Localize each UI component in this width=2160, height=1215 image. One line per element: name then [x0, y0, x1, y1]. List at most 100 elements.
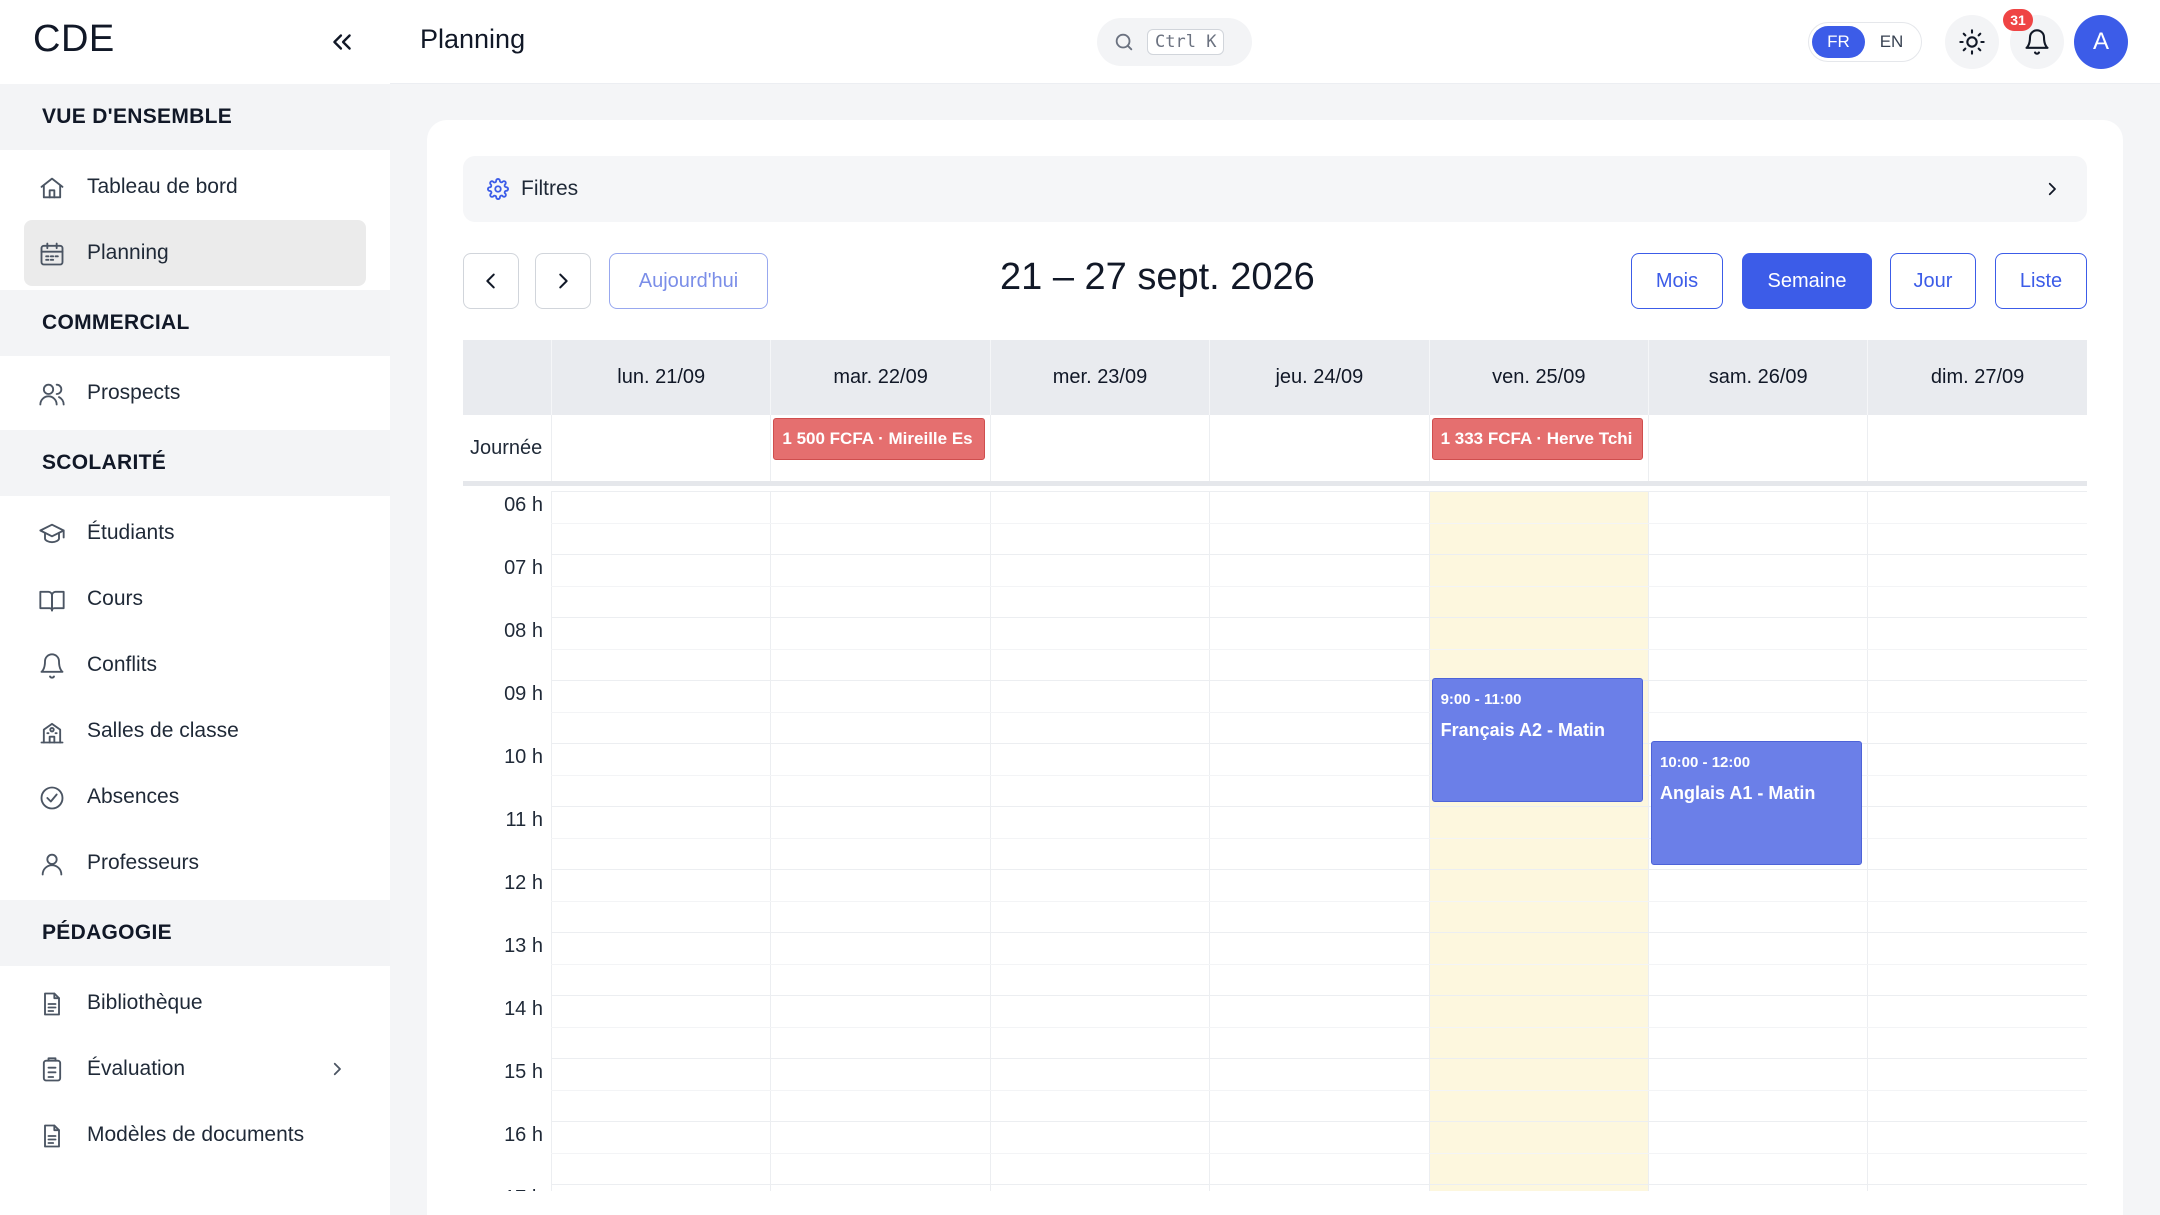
all-day-label: Journée — [470, 437, 543, 459]
page-title: Planning — [420, 24, 526, 54]
next-week-button[interactable] — [535, 253, 591, 309]
hour-line — [551, 869, 2087, 870]
sidebar-item-evaluation[interactable]: Évaluation — [0, 1036, 390, 1102]
time-grid[interactable]: 06 h 07 h 08 h 09 h 10 h 11 h 12 h 13 h 14 h 15 h… — [463, 491, 2087, 1191]
clipboard-icon-wrapper — [38, 1056, 66, 1084]
event-time: 9:00 - 11:00 — [1440, 691, 1522, 708]
hour-line — [551, 932, 2087, 933]
user-icon — [41, 853, 63, 876]
day-header[interactable]: ven. 25/09 — [1428, 340, 1648, 415]
avatar[interactable]: A — [2074, 15, 2128, 69]
payment-event[interactable]: 1 500 FCFA · Mireille Es — [773, 418, 985, 460]
sidebar-item-modeles-de-documents[interactable]: Modèles de documents — [0, 1102, 390, 1168]
planning-card: Filtres Aujourd'hui 21 – 27 sept. 2026 M… — [427, 120, 2123, 1215]
sidebar-section-pedagogie: PÉDAGOGIE — [0, 900, 390, 966]
payment-event[interactable]: 1 333 FCFA · Herve Tchi — [1431, 418, 1643, 460]
bell-icon-wrapper — [38, 652, 66, 680]
sidebar-item-salles-de-classe[interactable]: Salles de classe — [0, 698, 390, 764]
school-icon — [40, 722, 64, 744]
sidebar-item-tableau-de-bord[interactable]: Tableau de bord — [0, 154, 390, 220]
hour-label: 07 h — [504, 557, 543, 579]
today-button[interactable]: Aujourd'hui — [609, 253, 768, 309]
book-icon-wrapper — [38, 586, 66, 614]
course-event[interactable]: 9:00 - 11:00 Français A2 - Matin — [1431, 678, 1643, 802]
day-header[interactable]: jeu. 24/09 — [1209, 340, 1428, 415]
all-day-row: Journée 1 500 FCFA · Mireille Es 1 333 FC… — [463, 415, 2087, 486]
course-event[interactable]: 10:00 - 12:00 Anglais A1 - Matin — [1651, 741, 1863, 865]
calendar-header-row: lun. 21/09 mar. 22/09 mer. 23/09 jeu. 24/09… — [463, 340, 2087, 415]
collapse-sidebar-button[interactable] — [322, 22, 362, 62]
sidebar-section-items: Bibliothèque Évaluation Modèles de documen… — [0, 966, 390, 1172]
hour-line — [551, 554, 2087, 555]
today-column-highlight — [1428, 491, 1648, 1191]
sidebar-item-label: Modèles de documents — [87, 1123, 305, 1146]
sidebar-item-absences[interactable]: Absences — [0, 764, 390, 830]
sidebar: CDE VUE D'ENSEMBLE Tableau de bord Plannin… — [0, 0, 390, 1215]
sidebar-item-label: Prospects — [87, 381, 181, 404]
event-title: Français A2 - Matin — [1440, 720, 1605, 740]
view-week-button[interactable]: Semaine — [1742, 253, 1872, 309]
hour-line — [551, 1184, 2087, 1185]
check-circle-icon — [40, 786, 64, 810]
sidebar-item-cours[interactable]: Cours — [0, 566, 390, 632]
sidebar-item-label: Salles de classe — [87, 719, 239, 742]
hour-line — [551, 995, 2087, 996]
all-day-column-divider — [989, 415, 991, 481]
hour-label: 16 h — [504, 1124, 543, 1146]
day-header[interactable]: dim. 27/09 — [1867, 340, 2086, 415]
check-circle-icon-wrapper — [38, 784, 66, 812]
sidebar-item-label: Conflits — [87, 653, 158, 676]
shortcut-key-ctrl: Ctrl — [1155, 32, 1196, 52]
half-hour-line — [551, 1089, 2087, 1091]
home-icon — [40, 177, 64, 199]
sidebar-item-etudiants[interactable]: Étudiants — [0, 500, 390, 566]
search-button[interactable]: Ctrl K — [1097, 18, 1252, 66]
brand-logo[interactable]: CDE — [33, 18, 115, 61]
settings-gear-icon — [487, 178, 509, 200]
sidebar-item-professeurs[interactable]: Professeurs — [0, 830, 390, 896]
half-hour-line — [551, 522, 2087, 524]
all-day-column-divider — [1648, 415, 1649, 481]
filters-panel-toggle[interactable]: Filtres — [463, 156, 2087, 222]
shortcut-key-k: K — [1206, 32, 1217, 52]
hour-label: 14 h — [504, 998, 543, 1020]
double-chevron-left-icon — [333, 34, 351, 50]
sidebar-item-label: Absences — [87, 785, 180, 808]
day-header[interactable]: mar. 22/09 — [770, 340, 989, 415]
sidebar-section-scolarite: SCOLARITÉ — [0, 430, 390, 496]
sidebar-section-items: Tableau de bord Planning — [0, 150, 390, 290]
sidebar-item-planning[interactable]: Planning — [24, 220, 366, 286]
hour-line — [551, 680, 2087, 681]
sidebar-item-conflits[interactable]: Conflits — [0, 632, 390, 698]
hour-line — [551, 1058, 2087, 1059]
view-day-button[interactable]: Jour — [1890, 253, 1976, 309]
language-en[interactable]: EN — [1865, 26, 1918, 58]
sidebar-item-label: Tableau de bord — [87, 175, 238, 198]
chevron-right-icon — [333, 1062, 341, 1076]
document-icon — [44, 1124, 60, 1148]
hour-line — [551, 1121, 2087, 1122]
search-icon — [1115, 33, 1133, 51]
language-fr[interactable]: FR — [1812, 26, 1865, 58]
sidebar-item-label: Évaluation — [87, 1057, 186, 1080]
book-icon — [39, 590, 65, 612]
sidebar-item-prospects[interactable]: Prospects — [0, 360, 390, 426]
column-divider — [989, 491, 991, 1191]
half-hour-line — [551, 1026, 2087, 1028]
language-switch: FR EN — [1808, 22, 1922, 62]
previous-week-button[interactable] — [463, 253, 519, 309]
day-header[interactable]: sam. 26/09 — [1648, 340, 1867, 415]
hour-label: 10 h — [504, 746, 543, 768]
day-header[interactable]: mer. 23/09 — [989, 340, 1209, 415]
all-day-column-divider — [1428, 415, 1430, 481]
sun-icon — [1959, 29, 1985, 55]
sidebar-item-bibliotheque[interactable]: Bibliothèque — [0, 970, 390, 1036]
view-month-button[interactable]: Mois — [1631, 253, 1723, 309]
hour-line — [551, 491, 2087, 492]
bell-icon — [40, 653, 64, 679]
view-list-button[interactable]: Liste — [1995, 253, 2087, 309]
day-header[interactable]: lun. 21/09 — [551, 340, 770, 415]
home-icon-wrapper — [38, 174, 66, 202]
theme-toggle-button[interactable] — [1945, 15, 1999, 69]
column-divider — [1428, 491, 1430, 1191]
